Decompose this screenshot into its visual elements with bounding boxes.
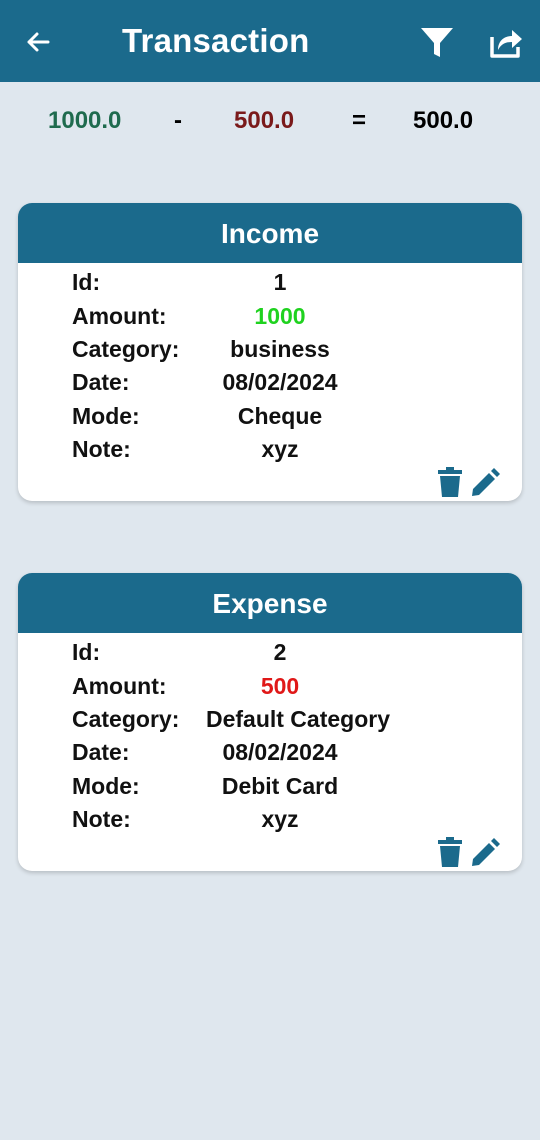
summary-balance: 500.0 [413,107,474,134]
value-mode: Cheque [237,403,323,429]
value-note: xyz [261,806,299,832]
label-mode: Mode: [72,773,140,799]
row-id: Id: 2 [18,636,522,668]
label-mode: Mode: [72,403,140,429]
page-title: Transaction [122,22,310,59]
row-mode: Mode: Cheque [18,400,522,432]
label-note: Note: [72,806,131,832]
transaction-card-expense: Expense Id: 2 Amount: 500 Category: Defa… [18,573,522,871]
value-amount: 1000 [254,303,306,329]
row-note: Note: xyz [18,803,522,835]
label-date: Date: [72,369,130,395]
filter-button[interactable] [418,24,456,62]
row-amount: Amount: 1000 [18,300,522,332]
edit-icon [472,468,500,496]
card-title: Expense [18,573,522,633]
row-date: Date: 08/02/2024 [18,736,522,768]
row-amount: Amount: 500 [18,670,522,702]
card-title: Income [18,203,522,263]
label-category: Category: [72,336,180,362]
value-date: 08/02/2024 [222,369,338,395]
value-amount: 500 [260,673,300,699]
edit-icon [472,838,500,866]
edit-button[interactable] [470,468,500,498]
edit-button[interactable] [470,838,500,868]
filter-icon [421,28,453,57]
row-mode: Mode: Debit Card [18,770,522,802]
value-category: business [230,336,330,362]
value-id: 1 [273,269,287,295]
label-date: Date: [72,739,130,765]
label-amount: Amount: [72,303,167,329]
row-category: Category: business [18,333,522,365]
row-id: Id: 1 [18,266,522,298]
app-bar: Transaction [0,0,540,82]
value-id: 2 [273,639,287,665]
label-amount: Amount: [72,673,167,699]
value-mode: Debit Card [221,773,339,799]
label-id: Id: [72,269,101,295]
share-button[interactable] [486,24,524,62]
value-note: xyz [261,436,299,462]
row-date: Date: 08/02/2024 [18,366,522,398]
summary-equals-sign: = [352,107,367,134]
back-button[interactable] [22,26,54,58]
label-note: Note: [72,436,131,462]
back-arrow-icon [27,32,50,52]
trash-icon [438,467,462,497]
summary-expense: 500.0 [234,107,295,134]
value-date: 08/02/2024 [222,739,338,765]
share-icon [490,30,522,58]
transaction-card-income: Income Id: 1 Amount: 1000 Category: busi… [18,203,522,501]
label-category: Category: [72,706,180,732]
summary-income: 1000.0 [48,107,122,134]
value-category: Default Category [205,706,391,732]
delete-button[interactable] [438,837,462,867]
row-category: Category: Default Category [18,703,522,735]
trash-icon [438,837,462,867]
label-id: Id: [72,639,101,665]
delete-button[interactable] [438,467,462,497]
row-note: Note: xyz [18,433,522,465]
summary-minus-sign: - [174,107,182,134]
